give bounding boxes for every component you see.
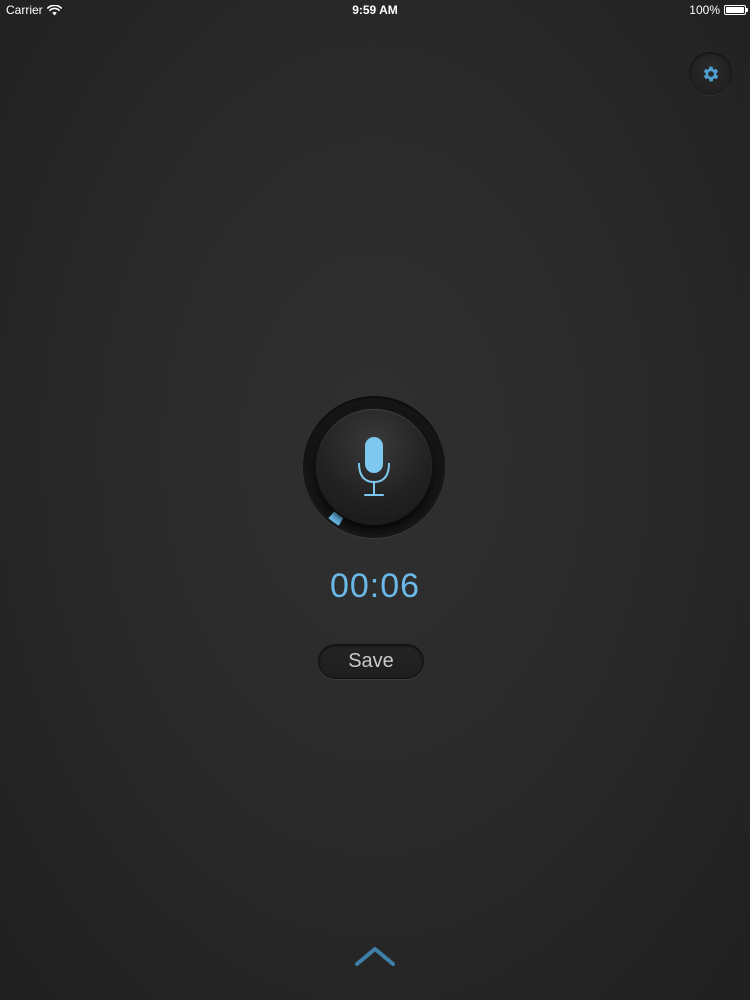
battery-indicator: 100% — [689, 3, 748, 17]
status-bar: Carrier 9:59 AM 100% — [0, 0, 750, 20]
settings-button[interactable] — [689, 52, 732, 95]
record-dial — [303, 396, 445, 538]
chevron-up-icon — [355, 947, 395, 966]
gear-icon — [703, 66, 718, 81]
expand-button[interactable] — [350, 938, 400, 974]
elapsed-time: 00:06 — [329, 567, 421, 605]
save-button[interactable]: Save — [318, 644, 424, 679]
battery-icon — [724, 5, 748, 15]
microphone-icon — [358, 437, 390, 496]
record-button[interactable] — [316, 409, 432, 525]
battery-percentage: 100% — [689, 3, 720, 17]
status-time: 9:59 AM — [352, 3, 398, 17]
